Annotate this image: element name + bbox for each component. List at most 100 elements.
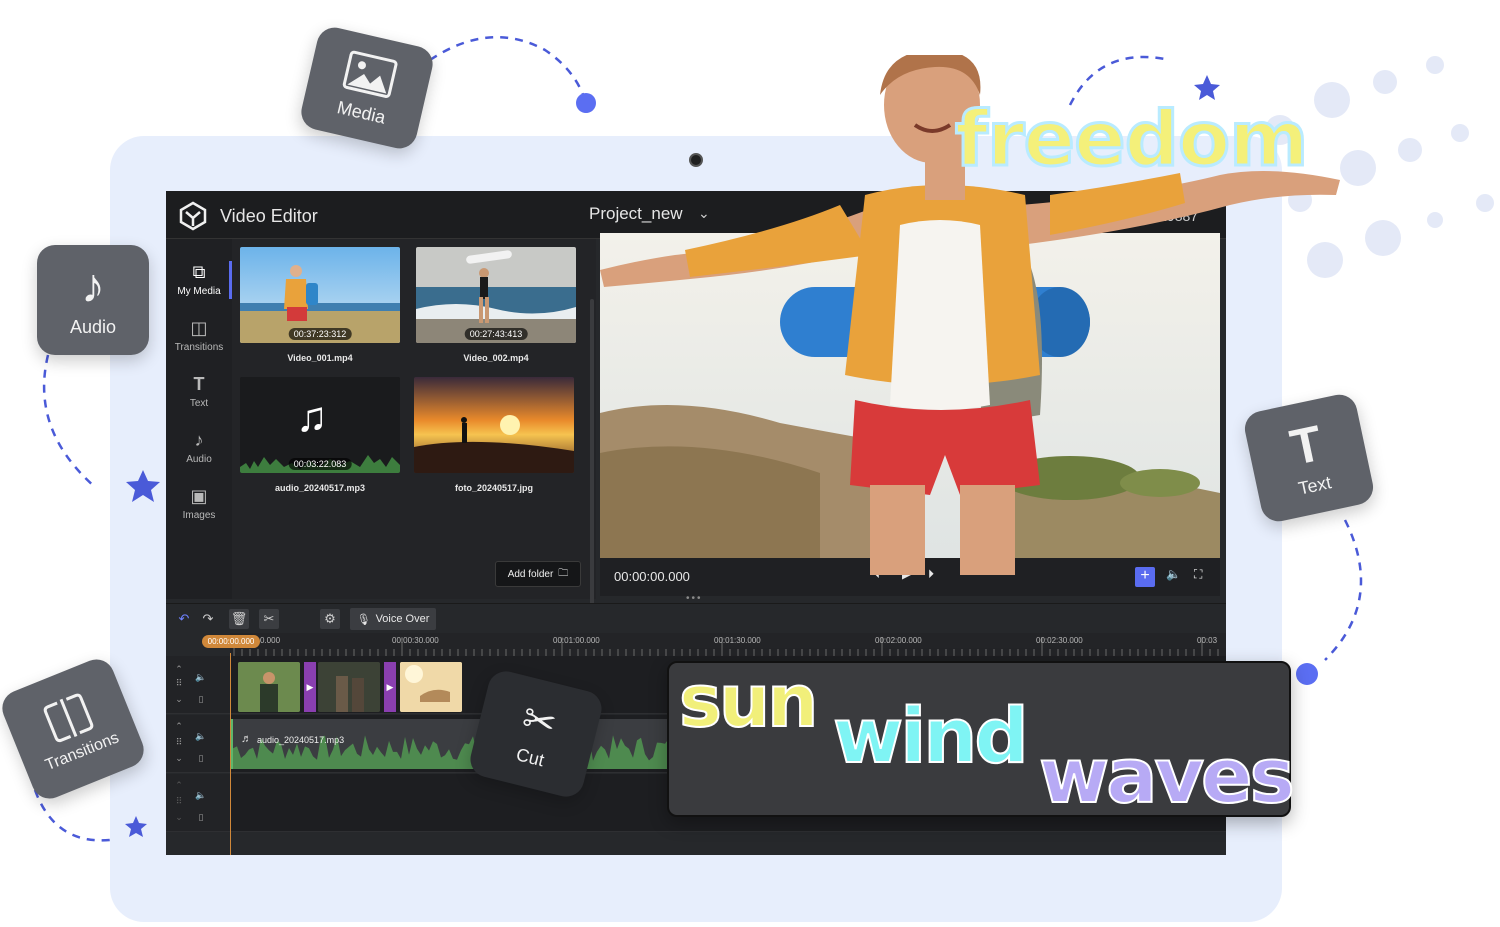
preview-frame-image — [600, 233, 1220, 558]
chevron-down-icon[interactable]: ⌄ — [172, 810, 186, 824]
audio-clip[interactable]: ♬ audio_20240517.mp3 — [230, 719, 700, 769]
video-thumbnail: 00:27:43:413 — [416, 247, 576, 343]
chevron-up-icon[interactable]: ⌃ — [172, 778, 186, 792]
media-duration: 00:27:43:413 — [464, 328, 528, 340]
ruler-label: 00:02:00.000 — [875, 636, 922, 645]
voice-over-label: Voice Over — [375, 613, 430, 625]
media-item-video-001[interactable]: 00:37:23:312 Video_001.mp4 — [240, 247, 400, 363]
add-folder-button[interactable]: Add folder 🗀 — [495, 561, 581, 587]
volume-icon[interactable]: 🔈 — [194, 670, 208, 684]
media-panel-scrollbar[interactable] — [590, 299, 594, 619]
video-preview[interactable] — [600, 233, 1220, 558]
image-icon — [342, 50, 398, 98]
transitions-icon — [43, 693, 94, 743]
music-note-icon: ♬ — [241, 733, 252, 745]
image-icon: ▣ — [190, 486, 208, 506]
media-item-audio[interactable]: ♫ 00:03:22.083 audio_20240517.mp3 — [240, 377, 400, 493]
delete-icon[interactable]: 🗑 — [229, 609, 249, 629]
music-note-icon: ♪ — [194, 430, 204, 450]
project-name-dropdown[interactable]: Project_new — [589, 204, 683, 224]
media-duration: 00:37:23:312 — [288, 328, 352, 340]
transition-marker[interactable]: ▶ — [384, 662, 396, 712]
camera-dot — [689, 153, 703, 167]
play-icon[interactable]: ▶ — [902, 567, 911, 581]
lock-icon[interactable]: ▯ — [194, 692, 208, 706]
drag-handle-icon[interactable]: ⠿ — [172, 735, 186, 749]
volume-icon[interactable]: 🔈 — [194, 788, 208, 802]
ruler-label: 00:01:00.000 — [553, 636, 600, 645]
track-header: ⌃ ⠿ ⌄ 🔈 ▯ — [166, 715, 230, 772]
sidebar-item-label: My Media — [177, 286, 221, 297]
player-controls: 00:00:00.000 ⏴ ▶ ⏵ + 🔈 ⛶ — [600, 558, 1220, 596]
video-thumbnail: 00:37:23:312 — [240, 247, 400, 343]
media-panel: 00:37:23:312 Video_001.mp4 00:27:43:413 — [232, 239, 596, 619]
step-back-icon[interactable]: ⏴ — [874, 567, 880, 582]
text-icon: T — [1285, 414, 1327, 476]
media-tile-label: Media — [335, 96, 388, 128]
media-library-icon: ⧉ — [192, 262, 206, 282]
video-clip[interactable] — [318, 662, 380, 712]
sidebar-item-my-media[interactable]: ⧉ My Media — [166, 261, 232, 311]
project-duration: 0:00:19887 — [1128, 208, 1199, 224]
video-clip[interactable] — [400, 662, 462, 712]
freedom-text-overlay: freedom — [953, 93, 1309, 185]
track-header: ⌃ ⠿ ⌄ 🔈 ▯ — [166, 656, 230, 713]
drag-handle-icon[interactable]: ⠿ — [172, 794, 186, 808]
ruler-label: 00:00:30.000 — [392, 636, 439, 645]
step-forward-icon[interactable]: ⏵ — [928, 567, 934, 582]
text-tile: T Text — [1241, 391, 1377, 525]
sidebar-item-images[interactable]: ▣ Images — [166, 485, 232, 535]
chevron-down-icon[interactable]: ⌄ — [172, 692, 186, 706]
clip-thumbnail — [238, 662, 300, 712]
drag-handle-icon[interactable]: ⠿ — [172, 676, 186, 690]
title-bar: Video Editor Project_new ⌄ 0:00:19887 — [166, 191, 1226, 239]
add-folder-label: Add folder — [507, 568, 554, 580]
sidebar-item-label: Transitions — [174, 342, 224, 353]
fullscreen-icon[interactable]: ⛶ — [1194, 567, 1202, 582]
volume-icon[interactable]: 🔈 — [194, 729, 208, 743]
add-to-timeline-button[interactable]: + — [1135, 567, 1155, 587]
sidebar-item-label: Text — [189, 398, 209, 409]
sunset-photo-image — [414, 377, 574, 473]
ruler-label: 0.000 — [260, 636, 281, 645]
audio-clip-label: audio_20240517.mp3 — [257, 735, 345, 745]
folder-icon: 🗀 — [558, 567, 569, 579]
waves-text: waves — [1038, 730, 1296, 821]
sidebar-item-transitions[interactable]: ◫ Transitions — [166, 317, 232, 367]
volume-icon[interactable]: 🔈 — [1166, 567, 1181, 581]
split-icon[interactable]: ✂ — [259, 609, 279, 629]
voice-over-button[interactable]: 🎙 Voice Over — [350, 608, 436, 630]
video-clip[interactable] — [238, 662, 300, 712]
undo-icon[interactable]: ↶ — [174, 609, 194, 629]
chevron-down-icon[interactable]: ⌄ — [698, 205, 710, 222]
media-name: Video_001.mp4 — [287, 353, 353, 363]
chevron-up-icon[interactable]: ⌃ — [172, 719, 186, 733]
media-tile: Media — [297, 24, 437, 152]
playhead-line[interactable] — [230, 653, 231, 855]
sun-text: sun — [678, 658, 819, 744]
audio-tile: ♪ Audio — [37, 245, 149, 355]
sidebar-item-audio[interactable]: ♪ Audio — [166, 429, 232, 479]
media-item-video-002[interactable]: 00:27:43:413 Video_002.mp4 — [416, 247, 576, 363]
playhead-time[interactable]: 00:00:00.000 — [202, 635, 260, 648]
settings-icon[interactable]: ⚙ — [320, 609, 340, 629]
app-logo-icon — [179, 201, 207, 231]
player-timecode: 00:00:00.000 — [614, 569, 690, 584]
scissors-icon: ✂ — [517, 695, 561, 747]
transition-marker[interactable]: ▶ — [304, 662, 316, 712]
track-header: ⌃ ⠿ ⌄ 🔈 ▯ — [166, 774, 230, 831]
lock-icon[interactable]: ▯ — [194, 810, 208, 824]
audio-thumbnail: ♫ 00:03:22.083 — [240, 377, 400, 473]
timeline-toolbar: ↶ ↷ 🗑 ✂ ⚙ 🎙 Voice Over — [166, 603, 1226, 633]
chevron-down-icon[interactable]: ⌄ — [172, 751, 186, 765]
chevron-up-icon[interactable]: ⌃ — [172, 662, 186, 676]
redo-icon[interactable]: ↷ — [198, 609, 218, 629]
lock-icon[interactable]: ▯ — [194, 751, 208, 765]
music-note-icon: ♫ — [296, 393, 328, 440]
media-item-photo[interactable]: foto_20240517.jpg — [414, 377, 574, 493]
media-name: audio_20240517.mp3 — [274, 483, 366, 493]
text-style-preview: sun wind waves — [667, 658, 1296, 821]
sidebar-item-text[interactable]: T Text — [166, 373, 232, 423]
transitions-icon: ◫ — [190, 318, 208, 338]
sidebar-item-label: Audio — [186, 454, 212, 465]
